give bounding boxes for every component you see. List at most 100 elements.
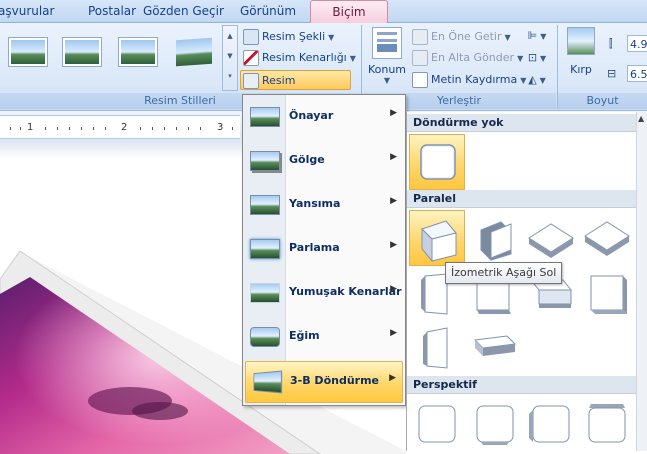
- chevron-right-icon: ▶: [390, 240, 397, 250]
- picture-effects-button[interactable]: Resim Efektleri▼: [240, 70, 351, 107]
- ruler-number: 2: [121, 122, 128, 133]
- gallery-down-icon[interactable]: ▼: [223, 46, 237, 66]
- no-rotation-icon: [420, 144, 456, 180]
- perspective-icon: [588, 404, 626, 443]
- rotation-option-perspective-1[interactable]: [409, 396, 465, 452]
- rotation-option-none[interactable]: [409, 134, 465, 190]
- shadow-icon: [250, 151, 280, 171]
- picture-style-thumb[interactable]: [8, 37, 48, 67]
- rotation-option-off-axis-5[interactable]: [409, 318, 465, 374]
- gallery-more-icon[interactable]: ▾: [223, 66, 237, 86]
- picture-style-thumb[interactable]: [62, 37, 102, 67]
- tab-format[interactable]: Biçim: [310, 0, 388, 23]
- shape-icon: [243, 29, 259, 45]
- rotation-option-off-axis-4[interactable]: [579, 264, 635, 320]
- gallery-scroll[interactable]: ▲ ▼ ▾: [222, 25, 238, 91]
- picture-border-label: Resim Kenarlığı: [262, 51, 347, 64]
- chevron-right-icon: ▶: [389, 373, 396, 383]
- rotation-option-off-axis-6[interactable]: [467, 318, 523, 374]
- tab-postalar[interactable]: Postalar: [88, 2, 136, 22]
- rotation-option-isometric-left-down[interactable]: [409, 210, 465, 266]
- picture-style-thumb[interactable]: [174, 37, 214, 67]
- rotation-option-perspective-3[interactable]: [523, 396, 579, 452]
- isometric-left-down-icon: [421, 220, 457, 263]
- pen-icon: [243, 50, 259, 66]
- bring-to-front-label: En Öne Getir: [431, 30, 502, 43]
- perspective-icon: [529, 405, 570, 443]
- bring-to-front-button[interactable]: En Öne Getir ▼: [412, 28, 511, 46]
- menu-item-3d-rotation[interactable]: 3-B Döndürme ▶: [245, 361, 403, 403]
- chevron-down-icon: ▼: [539, 76, 546, 85]
- preset-icon: [250, 107, 280, 127]
- ruler-number: 3: [217, 122, 224, 133]
- picture-shape-button[interactable]: Resim Şekli ▼: [243, 28, 334, 46]
- menu-item-label: 3-B Döndürme: [290, 374, 380, 387]
- send-to-back-button[interactable]: En Alta Gönder ▼: [412, 49, 523, 67]
- picture-style-thumb[interactable]: [118, 37, 158, 67]
- menu-item-label: Parlama: [289, 241, 340, 254]
- glow-icon: [250, 239, 280, 259]
- wrap-icon: [412, 72, 428, 88]
- bevel-icon: [250, 327, 280, 347]
- effects-icon: [243, 73, 259, 89]
- group-objects-button[interactable]: ⊡ ▼: [524, 49, 550, 67]
- picture-effects-menu: Önayar ▶ Gölge ▶ Yansıma ▶ Parlama ▶ Yum…: [242, 94, 406, 406]
- crop-label: Kırp: [570, 63, 592, 76]
- section-header-no-rotation: Döndürme yok: [407, 114, 637, 132]
- rotation-option-isometric-right-up[interactable]: [467, 210, 523, 266]
- soft-edges-icon: [250, 283, 280, 303]
- send-to-back-label: En Alta Gönder: [431, 51, 515, 64]
- rotate-icon: ◭: [528, 73, 537, 86]
- ruler-number: 1: [27, 122, 34, 133]
- tooltip: İzometrik Aşağı Sol: [445, 262, 563, 284]
- chevron-down-icon: ▼: [540, 54, 547, 63]
- picture-shape-label: Resim Şekli: [262, 30, 326, 43]
- rotation-option-isometric-top-down[interactable]: [579, 210, 635, 266]
- align-button[interactable]: ⊫ ▼: [524, 27, 550, 45]
- menu-item-preset[interactable]: Önayar ▶: [245, 97, 403, 137]
- align-icon: ⊫: [527, 29, 538, 42]
- rotation-option-isometric-top-up[interactable]: [523, 210, 579, 266]
- scroll-up-icon[interactable]: ▲: [638, 114, 644, 123]
- ruler-strip: 1 2 3: [0, 115, 240, 139]
- rotation-option-perspective-4[interactable]: [579, 396, 635, 452]
- send-back-icon: [412, 50, 428, 66]
- menu-item-label: Gölge: [289, 153, 325, 166]
- menu-item-bevel[interactable]: Eğim ▶: [245, 317, 403, 357]
- tab-mailings[interactable]: aşvurular: [0, 2, 54, 22]
- menu-item-label: Yumuşak Kenarlar: [289, 285, 402, 298]
- isometric-right-up-icon: [480, 221, 512, 261]
- ribbon-tab-bar: aşvurular Postalar Gözden Geçir Görünüm …: [0, 0, 647, 23]
- tab-view[interactable]: Görünüm: [240, 2, 296, 22]
- menu-item-reflection[interactable]: Yansıma ▶: [245, 185, 403, 225]
- width-field[interactable]: 6.53: [627, 65, 647, 82]
- menu-item-soft-edges[interactable]: Yumuşak Kenarlar ▶: [245, 273, 403, 313]
- text-wrapping-button[interactable]: Metin Kaydırma ▼: [412, 71, 526, 89]
- section-header-perspective: Perspektif: [407, 376, 637, 394]
- chevron-right-icon: ▶: [390, 152, 397, 162]
- crop-icon: [567, 27, 595, 55]
- 3d-rotation-icon: [253, 370, 283, 394]
- gallery-up-icon[interactable]: ▲: [223, 26, 237, 46]
- chevron-down-icon: ▼: [383, 76, 391, 85]
- menu-item-label: Eğim: [289, 329, 320, 342]
- group-icon: ⊡: [527, 51, 538, 64]
- tab-review[interactable]: Gözden Geçir: [143, 2, 224, 22]
- position-button[interactable]: Konum ▼: [366, 27, 408, 85]
- perspective-icon: [476, 405, 514, 445]
- isometric-top-up-icon: [528, 223, 574, 258]
- chevron-right-icon: ▶: [390, 196, 397, 206]
- menu-item-shadow[interactable]: Gölge ▶: [245, 141, 403, 181]
- crop-button[interactable]: Kırp: [563, 27, 599, 76]
- rotate-button[interactable]: ◭ ▼: [524, 71, 550, 89]
- text-wrapping-label: Metin Kaydırma: [431, 73, 518, 86]
- picture-border-button[interactable]: Resim Kenarlığı ▼: [243, 49, 356, 67]
- gallery-scrollbar[interactable]: ▲: [636, 112, 647, 451]
- group-label-size: Boyut: [558, 93, 647, 109]
- menu-item-glow[interactable]: Parlama ▶: [245, 229, 403, 269]
- chevron-right-icon: ▶: [390, 328, 397, 338]
- height-field[interactable]: 4.9: [627, 35, 647, 52]
- reflection-icon: [250, 195, 280, 215]
- rotation-option-perspective-2[interactable]: [467, 396, 523, 452]
- position-label: Konum: [367, 63, 407, 76]
